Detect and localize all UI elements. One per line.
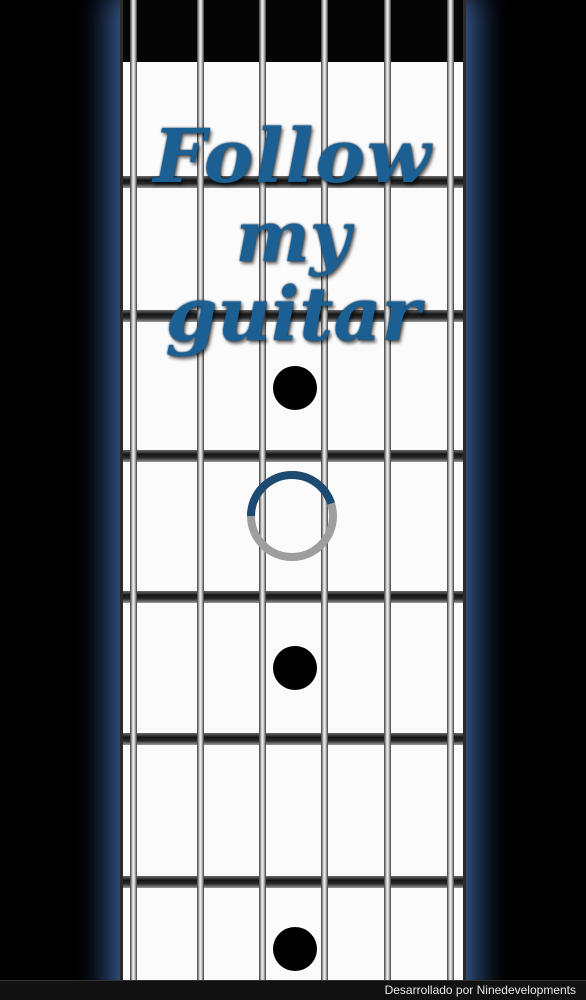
fret-inlay-dot <box>273 927 317 971</box>
splash-screen: Follow my guitar Desarrollado por Ninede… <box>0 0 586 1000</box>
fret-bar <box>120 450 466 462</box>
app-title-line: guitar <box>165 272 421 358</box>
guitar-nut <box>120 0 466 62</box>
app-title: Follow my guitar <box>120 120 466 352</box>
fret-inlay-dot <box>273 366 317 410</box>
developer-credit: Desarrollado por Ninedevelopments <box>384 983 576 997</box>
fret-bar <box>120 733 466 745</box>
fret-bar <box>120 876 466 888</box>
fret-inlay-dot <box>273 646 317 690</box>
fret-bar <box>120 591 466 603</box>
footer-bar: Desarrollado por Ninedevelopments <box>0 980 586 1000</box>
loading-spinner-icon <box>247 471 337 561</box>
app-title-line: Follow <box>153 114 433 200</box>
app-title-line: my <box>235 195 351 278</box>
